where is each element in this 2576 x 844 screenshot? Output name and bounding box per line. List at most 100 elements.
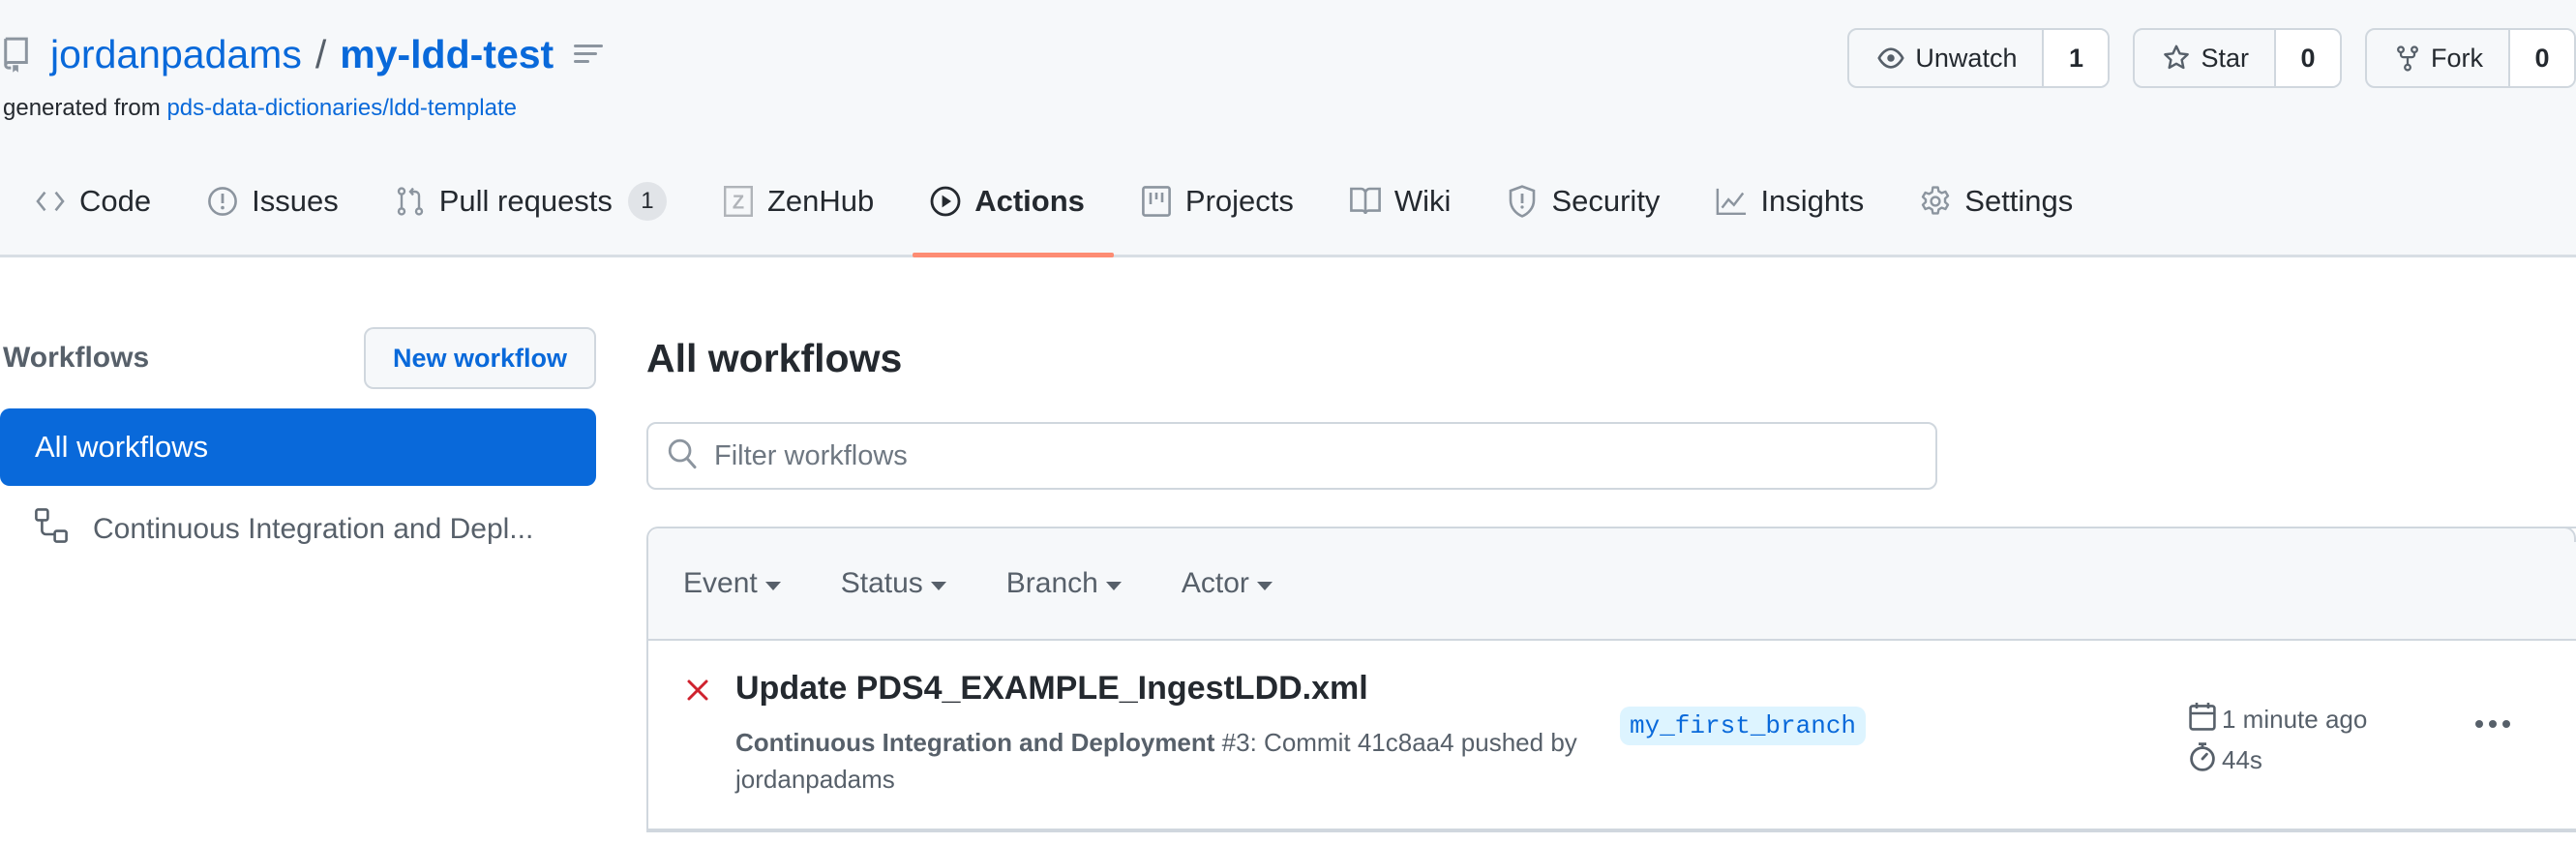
graph-icon [1716,186,1747,217]
zenhub-icon: Z [723,186,754,217]
actor-filter-dropdown[interactable]: Actor [1182,567,1273,600]
sidebar-item-label: All workflows [35,430,209,464]
filter-workflows-field[interactable] [646,422,1937,490]
unwatch-button[interactable]: Unwatch [1849,30,2045,86]
tab-actions[interactable]: Actions [895,165,1114,257]
sidebar-item-all-workflows[interactable]: All workflows [0,408,596,486]
page-title: All workflows [646,335,903,380]
tab-insights[interactable]: Insights [1681,165,1885,238]
template-link[interactable]: pds-data-dictionaries/ldd-template [166,95,517,121]
svg-text:Z: Z [733,193,744,214]
repo-template-info: generated from pds-data-dictionaries/ldd… [3,95,517,122]
repo-title: jordanpadams / my-ldd-test [0,27,610,81]
tab-label: Actions [974,184,1085,218]
calendar-icon [2189,702,2216,738]
event-filter-dropdown[interactable]: Event [683,567,781,600]
caret-down-icon [1105,581,1122,590]
x-failure-icon [685,678,710,703]
unwatch-label: Unwatch [1915,43,2018,73]
tab-label: Code [79,184,152,218]
tab-security[interactable]: Security [1472,165,1681,238]
repo-nav: Code Issues Pull requests 1 Z ZenHub Act… [0,165,2094,257]
tab-label: Wiki [1393,184,1452,218]
stopwatch-icon [2189,741,2216,778]
repo-header: jordanpadams / my-ldd-test generated fro… [0,0,2576,257]
stars-count[interactable]: 0 [2276,30,2340,86]
fork-group: Fork 0 [2365,28,2576,88]
branch-label[interactable]: my_first_branch [1620,707,1867,745]
workflow-runs-card: Event Status Branch Actor Update PDS4_EX… [646,527,2576,832]
tab-issues[interactable]: Issues [172,165,360,238]
run-description: Continuous Integration and Deployment #3… [735,724,1606,798]
tab-label: Settings [1964,184,2074,218]
shield-icon [1507,185,1538,218]
run-number: #3 [1221,728,1250,757]
star-icon [2164,45,2190,70]
fork-label: Fork [2431,43,2483,73]
tab-label: Pull requests [438,184,613,218]
git-pull-request-icon [395,186,426,217]
play-icon [930,186,961,217]
generated-from-label: generated from [3,95,161,121]
gear-icon [1920,186,1951,217]
workflows-sidebar: Workflows New workflow All workflows Con… [0,327,596,573]
tab-pull-requests[interactable]: Pull requests 1 [360,165,688,238]
star-group: Star 0 [2133,28,2342,88]
sidebar-title: Workflows [3,342,150,374]
repo-actions: Unwatch 1 Star 0 Fork 0 [1847,28,2576,88]
new-workflow-button[interactable]: New workflow [363,327,596,389]
tab-label: Issues [252,184,339,218]
branch-filter-dropdown[interactable]: Branch [1006,567,1122,600]
sidebar-header: Workflows New workflow [0,327,596,389]
run-title-link[interactable]: Update PDS4_EXAMPLE_IngestLDD.xml [735,670,1368,708]
status-filter-dropdown[interactable]: Status [841,567,946,600]
pull-requests-count-badge: 1 [627,182,667,221]
tab-projects[interactable]: Projects [1106,165,1315,238]
caret-down-icon [930,581,946,590]
caret-down-icon [764,581,781,590]
tab-label: ZenHub [766,184,875,218]
run-timing: 1 minute ago 44s [2189,699,2367,780]
actor-filter-label: Actor [1181,567,1249,599]
workflow-run-row[interactable]: Update PDS4_EXAMPLE_IngestLDD.xml Contin… [648,641,2576,830]
tab-settings[interactable]: Settings [1885,165,2094,238]
repo-icon [0,35,33,74]
repo-owner-link[interactable]: jordanpadams [50,32,302,77]
branch-filter-label: Branch [1005,567,1098,599]
runs-filter-bar: Event Status Branch Actor [648,528,2576,641]
kebab-horizontal-icon[interactable] [2475,720,2510,728]
forks-count[interactable]: 0 [2510,30,2574,86]
tab-zenhub[interactable]: Z ZenHub [688,165,895,238]
run-duration: 44s [2222,744,2262,774]
watchers-count[interactable]: 1 [2044,30,2109,86]
tab-code[interactable]: Code [0,165,172,238]
run-time-ago: 1 minute ago [2222,704,2368,734]
star-label: Star [2201,43,2249,73]
fork-button[interactable]: Fork [2367,30,2510,86]
book-icon [1350,186,1381,217]
workflow-icon [35,508,68,551]
list-icon [574,45,604,63]
star-button[interactable]: Star [2135,30,2276,86]
repo-separator: / [315,31,327,76]
project-icon [1141,186,1172,217]
sidebar-item-ci-workflow[interactable]: Continuous Integration and Depl... [0,486,596,573]
unwatch-group: Unwatch 1 [1847,28,2111,88]
run-workflow-name: Continuous Integration and Deployment [735,728,1215,757]
workflows-main: All workflows Event Status Branch Actor [646,327,2576,832]
repo-name-link[interactable]: my-ldd-test [340,32,554,77]
tab-label: Insights [1760,184,1865,218]
code-icon [35,186,66,217]
repo-menu-button[interactable] [567,33,610,75]
eye-icon [1877,47,1905,69]
issue-opened-icon [207,186,238,217]
caret-down-icon [1256,581,1273,590]
tab-wiki[interactable]: Wiki [1315,165,1473,238]
tab-label: Projects [1184,184,1294,218]
event-filter-label: Event [683,567,758,599]
repo-forked-icon [2397,45,2418,72]
filter-workflows-input[interactable] [714,439,1875,472]
status-filter-label: Status [840,567,923,599]
search-icon [668,438,697,474]
tab-label: Security [1551,184,1661,218]
